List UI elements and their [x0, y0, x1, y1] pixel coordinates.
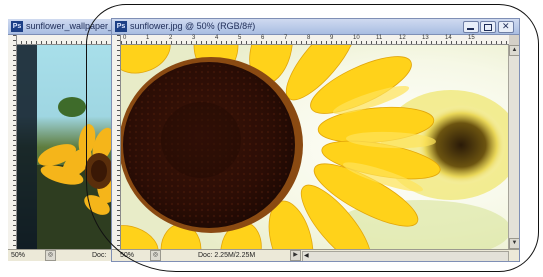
- maximize-icon: [484, 24, 492, 31]
- back-window-titlebar[interactable]: Ps sunflower_wallpaper_: [8, 19, 114, 35]
- front-window-canvas[interactable]: [121, 45, 509, 249]
- front-window-zoom[interactable]: 50%: [120, 250, 134, 261]
- ruler-label-1: 1: [146, 35, 150, 41]
- back-sunflower-image: [17, 45, 114, 249]
- close-icon: ✕: [502, 21, 510, 31]
- ruler-label-15: 15: [468, 35, 475, 41]
- ruler-label-8: 8: [307, 35, 311, 41]
- ruler-label-6: 6: [261, 35, 265, 41]
- minimize-button[interactable]: [463, 21, 479, 33]
- ruler-label-0: 0: [123, 35, 127, 41]
- horizontal-scrollbar[interactable]: ◀: [302, 251, 509, 261]
- status-menu-arrow-icon[interactable]: ▶: [290, 250, 301, 261]
- scroll-left-arrow-icon[interactable]: ◀: [304, 252, 309, 261]
- photoshop-app-icon: Ps: [11, 21, 23, 32]
- back-window-statusbar: 50% ◎ Doc:: [8, 249, 114, 261]
- back-document-window[interactable]: Ps sunflower_wallpaper_ 50% ◎ Doc:: [8, 19, 114, 261]
- back-window-top-ruler: [16, 35, 114, 45]
- ruler-label-13: 13: [422, 35, 429, 41]
- scroll-down-arrow-icon[interactable]: ▼: [509, 238, 519, 249]
- back-window-nav-icon[interactable]: ◎: [45, 250, 56, 261]
- scroll-up-arrow-icon[interactable]: ▲: [509, 45, 519, 56]
- front-window-statusbar: 50% ◎ Doc: 2.25M/2.25M ▶ ◀: [112, 249, 519, 261]
- front-window-doc-info: Doc: 2.25M/2.25M: [198, 252, 256, 259]
- sunflower-image: [121, 45, 509, 249]
- back-window-canvas[interactable]: [17, 45, 114, 249]
- front-window-titlebar[interactable]: Ps sunflower.jpg @ 50% (RGB/8#) ✕: [112, 19, 519, 35]
- back-window-title: sunflower_wallpaper_: [26, 21, 114, 31]
- ruler-label-10: 10: [353, 35, 360, 41]
- back-window-zoom[interactable]: 50%: [11, 250, 25, 261]
- close-button[interactable]: ✕: [498, 21, 514, 33]
- maximize-button[interactable]: [480, 21, 496, 33]
- front-window-left-ruler: [112, 35, 121, 249]
- ruler-label-14: 14: [445, 35, 452, 41]
- front-window-title: sunflower.jpg @ 50% (RGB/8#): [130, 21, 256, 31]
- ruler-label-9: 9: [330, 35, 334, 41]
- vertical-scrollbar[interactable]: ▲ ▼: [508, 45, 519, 249]
- ruler-label-12: 12: [399, 35, 406, 41]
- navigator-icon[interactable]: ◎: [150, 250, 161, 261]
- back-window-doc-label[interactable]: Doc:: [92, 250, 106, 261]
- minimize-icon: [467, 28, 474, 30]
- front-window-top-ruler: 0 1 2 3 4 5 6 7 8 9 10 11 12 13 14 15: [121, 35, 509, 45]
- ruler-label-4: 4: [215, 35, 219, 41]
- ruler-label-3: 3: [192, 35, 196, 41]
- back-window-left-ruler: [8, 35, 17, 249]
- ruler-label-5: 5: [238, 35, 242, 41]
- ruler-label-11: 11: [376, 35, 383, 41]
- photoshop-app-icon-front: Ps: [115, 21, 127, 32]
- ruler-label-7: 7: [284, 35, 288, 41]
- front-document-window[interactable]: Ps sunflower.jpg @ 50% (RGB/8#) ✕ 0 1 2 3…: [112, 19, 519, 261]
- ruler-label-2: 2: [169, 35, 173, 41]
